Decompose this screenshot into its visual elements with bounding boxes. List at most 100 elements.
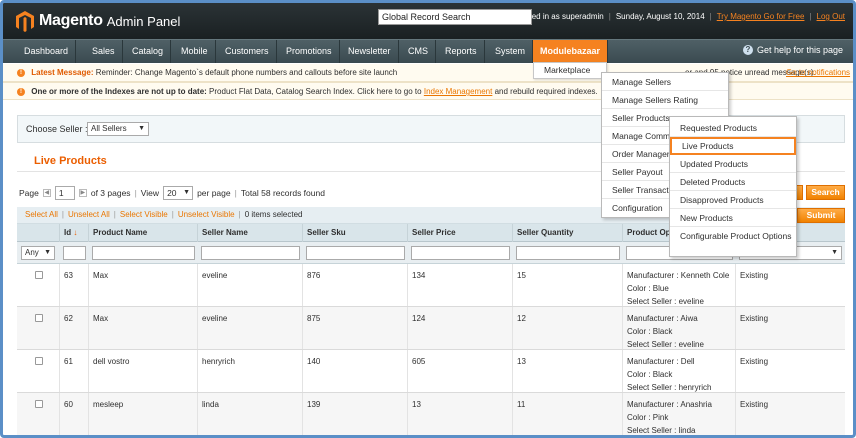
seller-select[interactable]: All Sellers ▼ [87,122,149,136]
option-manufacturer: Manufacturer : Kenneth Cole [627,271,730,280]
cell-seller-name: eveline [198,307,303,349]
index-message-label: One or more of the Indexes are not up to… [31,87,207,96]
divider: | [171,210,174,219]
id-filter-input[interactable] [63,246,86,260]
column-header-seller-price[interactable]: Seller Price [408,224,513,242]
menu-updated-products[interactable]: Updated Products [670,155,796,173]
menu-deleted-products[interactable]: Deleted Products [670,173,796,191]
nav-reports[interactable]: Reports [438,40,485,63]
product-name-filter-input[interactable] [92,246,195,260]
cell-product-options: Manufacturer : Dell Color : Black Select… [623,350,736,392]
latest-message-text: Reminder: Change Magento`s default phone… [95,68,398,77]
nav-dashboard[interactable]: Dashboard [17,40,77,63]
items-selected-text: 0 items selected [244,210,303,219]
select-visible-link[interactable]: Select Visible [120,210,168,219]
cell-product-name: Max [89,264,198,306]
admin-header: Magento Admin Panel Global Record Search… [3,3,853,39]
logged-in-text: Logged in as superadmin [513,12,604,21]
nav-mobile[interactable]: Mobile [174,40,216,63]
seller-quantity-filter-input[interactable] [516,246,620,260]
cell-seller-quantity: 12 [513,307,623,349]
divider: | [608,12,611,21]
submit-button[interactable]: Submit [797,208,845,223]
header-date: Sunday, August 10, 2014 [615,12,705,21]
cell-select [17,350,60,392]
column-header-id-label: Id [64,228,72,237]
nav-customers[interactable]: Customers [218,40,277,63]
menu-configurable-product-options[interactable]: Configurable Product Options [670,227,796,258]
global-record-search-input[interactable]: Global Record Search [378,9,532,25]
table-row[interactable]: 62 Max eveline 875 124 12 Manufacturer :… [17,307,845,350]
per-page-select[interactable]: 20 ▼ [163,186,194,200]
cell-status: Existing [740,271,769,280]
divider: | [134,188,137,198]
cell-seller-sku: 139 [303,393,408,435]
cell-seller-name: linda [198,393,303,435]
view-label: View [140,188,160,198]
nav-system[interactable]: System [488,40,534,63]
column-header-seller-name[interactable]: Seller Name [198,224,303,242]
magento-logo[interactable]: Magento Admin Panel [15,9,180,33]
unselect-all-link[interactable]: Unselect All [68,210,110,219]
menu-new-products[interactable]: New Products [670,209,796,227]
option-color: Color : Blue [627,284,669,293]
column-header-select [17,224,60,242]
option-color: Color : Black [627,327,673,336]
menu-requested-products[interactable]: Requested Products [670,119,796,137]
cell-product-name: Max [89,307,198,349]
search-button[interactable]: Search [806,185,845,200]
seller-products-submenu: Requested Products Live Products Updated… [669,116,797,257]
unselect-visible-link[interactable]: Unselect Visible [178,210,235,219]
nav-modulebazaar[interactable]: Modulebazaar [533,40,609,63]
logo-text: Magento [39,12,103,29]
menu-manage-sellers[interactable]: Manage Sellers [602,73,728,91]
chevron-down-icon: ▼ [138,125,145,132]
table-row[interactable]: 61 dell vostro henryrich 140 605 13 Manu… [17,350,845,393]
cell-product-options: Manufacturer : Anashria Color : Pink Sel… [623,393,736,435]
cell-id: 63 [60,264,89,306]
help-link[interactable]: ? Get help for this page [742,45,843,55]
prev-page-icon[interactable]: ◀ [42,189,51,197]
menu-marketplace[interactable]: Marketplace [533,62,607,79]
column-header-seller-quantity[interactable]: Seller Quantity [513,224,623,242]
index-management-link[interactable]: Index Management [424,87,493,96]
menu-disapproved-products[interactable]: Disapproved Products [670,191,796,209]
cell-id: 60 [60,393,89,435]
seller-price-filter-input[interactable] [411,246,510,260]
warning-icon: ! [17,87,25,96]
cell-seller-price: 124 [408,307,513,349]
option-color: Color : Pink [627,413,669,422]
menu-live-products[interactable]: Live Products [670,137,796,155]
any-filter-select[interactable]: Any ▼ [21,246,55,260]
nav-sales[interactable]: Sales [85,40,123,63]
go-to-notifications-link[interactable]: Go to notifications [786,64,850,82]
nav-promotions[interactable]: Promotions [279,40,340,63]
nav-catalog[interactable]: Catalog [125,40,172,63]
column-header-seller-sku[interactable]: Seller Sku [303,224,408,242]
try-magento-go-link[interactable]: Try Magento Go for Free [717,12,805,21]
option-manufacturer: Manufacturer : Aiwa [627,314,698,323]
page-number-input[interactable]: 1 [54,186,75,200]
latest-message-label: Latest Message: [31,68,94,77]
cell-seller-sku: 876 [303,264,408,306]
option-color: Color : Black [627,370,673,379]
cell-seller-price: 134 [408,264,513,306]
table-row[interactable]: 63 Max eveline 876 134 15 Manufacturer :… [17,264,845,307]
nav-newsletter[interactable]: Newsletter [341,40,399,63]
select-all-link[interactable]: Select All [25,210,58,219]
table-row[interactable]: 60 mesleep linda 139 13 11 Manufacturer … [17,393,845,435]
nav-cms[interactable]: CMS [401,40,436,63]
cell-product-options: Manufacturer : Kenneth Cole Color : Blue… [623,264,736,306]
seller-name-filter-input[interactable] [201,246,300,260]
next-page-icon[interactable]: ▶ [78,189,87,197]
menu-manage-sellers-rating[interactable]: Manage Sellers Rating [602,91,728,109]
seller-sku-filter-input[interactable] [306,246,405,260]
cell-id: 61 [60,350,89,392]
column-header-product-name[interactable]: Product Name [89,224,198,242]
cell-seller-quantity: 11 [513,393,623,435]
index-message-tail: and rebuild required indexes. [494,87,598,96]
logout-link[interactable]: Log Out [817,12,845,21]
cell-seller-price: 13 [408,393,513,435]
main-nav: Dashboard Sales Catalog Mobile Customers… [3,39,853,63]
column-header-id[interactable]: Id ↓ [60,224,89,242]
